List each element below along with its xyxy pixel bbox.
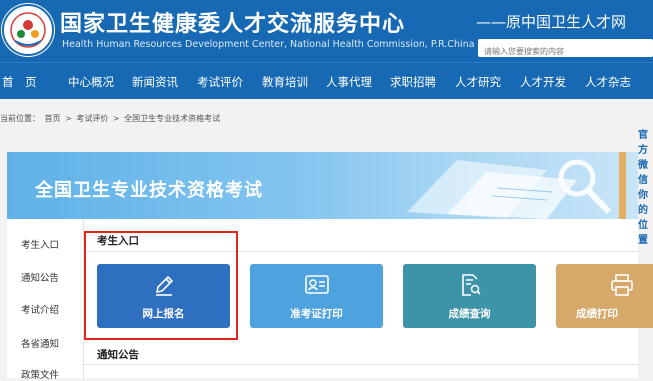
banner-title: 全国卫生专业技术资格考试 <box>35 180 263 201</box>
tile-label: 成绩打印 <box>576 308 618 320</box>
main-nav: 首 页 中心概况 新闻资讯 考试评价 教育培训 人事代理 求职招聘 人才研究 人… <box>0 62 653 99</box>
search-box <box>478 39 653 61</box>
breadcrumb-current: 全国卫生专业技术资格考试 <box>124 114 221 123</box>
section-title-notices: 通知公告 <box>97 349 139 361</box>
site-title: 国家卫生健康委人才交流服务中心 <box>60 12 406 37</box>
score-query-button[interactable]: 成绩查询 <box>403 264 536 328</box>
site-logo[interactable] <box>1 3 55 57</box>
sidebar-item-notices[interactable]: 通知公告 <box>21 270 59 284</box>
site-subtitle: ——原中国卫生人才网 <box>476 13 627 31</box>
banner-illustration-icon <box>407 152 626 219</box>
admission-ticket-print-button[interactable]: 准考证打印 <box>250 264 383 328</box>
breadcrumb: 当前位置： 首页 > 考试评价 > 全国卫生专业技术资格考试 <box>0 113 222 124</box>
floating-side-text[interactable]: 官方微信 你的位置 <box>638 128 653 248</box>
printer-icon <box>611 274 633 296</box>
search-doc-icon <box>461 274 481 296</box>
tile-label: 成绩查询 <box>448 308 491 320</box>
site-title-english: Health Human Resources Development Cente… <box>62 39 475 50</box>
breadcrumb-link-exam[interactable]: 考试评价 <box>76 114 108 123</box>
nav-item-news[interactable]: 新闻资讯 <box>132 74 178 90</box>
nav-item-exam[interactable]: 考试评价 <box>197 74 243 90</box>
nav-item-home[interactable]: 首 页 <box>2 74 37 90</box>
sidebar-item-policy-docs[interactable]: 政策文件 <box>21 367 59 381</box>
score-print-button[interactable]: 成绩打印 <box>556 264 653 328</box>
highlight-box <box>84 231 238 340</box>
breadcrumb-prefix: 当前位置： <box>0 114 40 123</box>
exam-banner: 全国卫生专业技术资格考试 <box>7 152 638 219</box>
nav-item-jobs[interactable]: 求职招聘 <box>390 74 436 90</box>
section-divider <box>84 364 638 365</box>
search-input[interactable] <box>478 42 650 61</box>
breadcrumb-link-home[interactable]: 首页 <box>45 114 61 123</box>
sidebar-item-exam-intro[interactable]: 考试介绍 <box>21 302 59 316</box>
nav-item-research[interactable]: 人才研究 <box>455 74 501 90</box>
id-card-icon <box>304 275 329 294</box>
nav-item-development[interactable]: 人才开发 <box>520 74 566 90</box>
nav-item-personnel[interactable]: 人事代理 <box>326 74 372 90</box>
tile-label: 准考证打印 <box>290 308 343 320</box>
nav-item-about[interactable]: 中心概况 <box>68 74 114 90</box>
sidebar-item-candidate-entry[interactable]: 考生入口 <box>21 237 59 251</box>
logo-emblem-icon <box>2 4 54 56</box>
breadcrumb-separator: > <box>65 114 72 123</box>
nav-item-training[interactable]: 教育培训 <box>262 74 308 90</box>
breadcrumb-separator: > <box>112 114 120 123</box>
site-header: 国家卫生健康委人才交流服务中心 Health Human Resources D… <box>0 0 653 62</box>
nav-item-magazine[interactable]: 人才杂志 <box>585 74 631 90</box>
sidebar-item-provincial-notices[interactable]: 各省通知 <box>21 336 59 350</box>
